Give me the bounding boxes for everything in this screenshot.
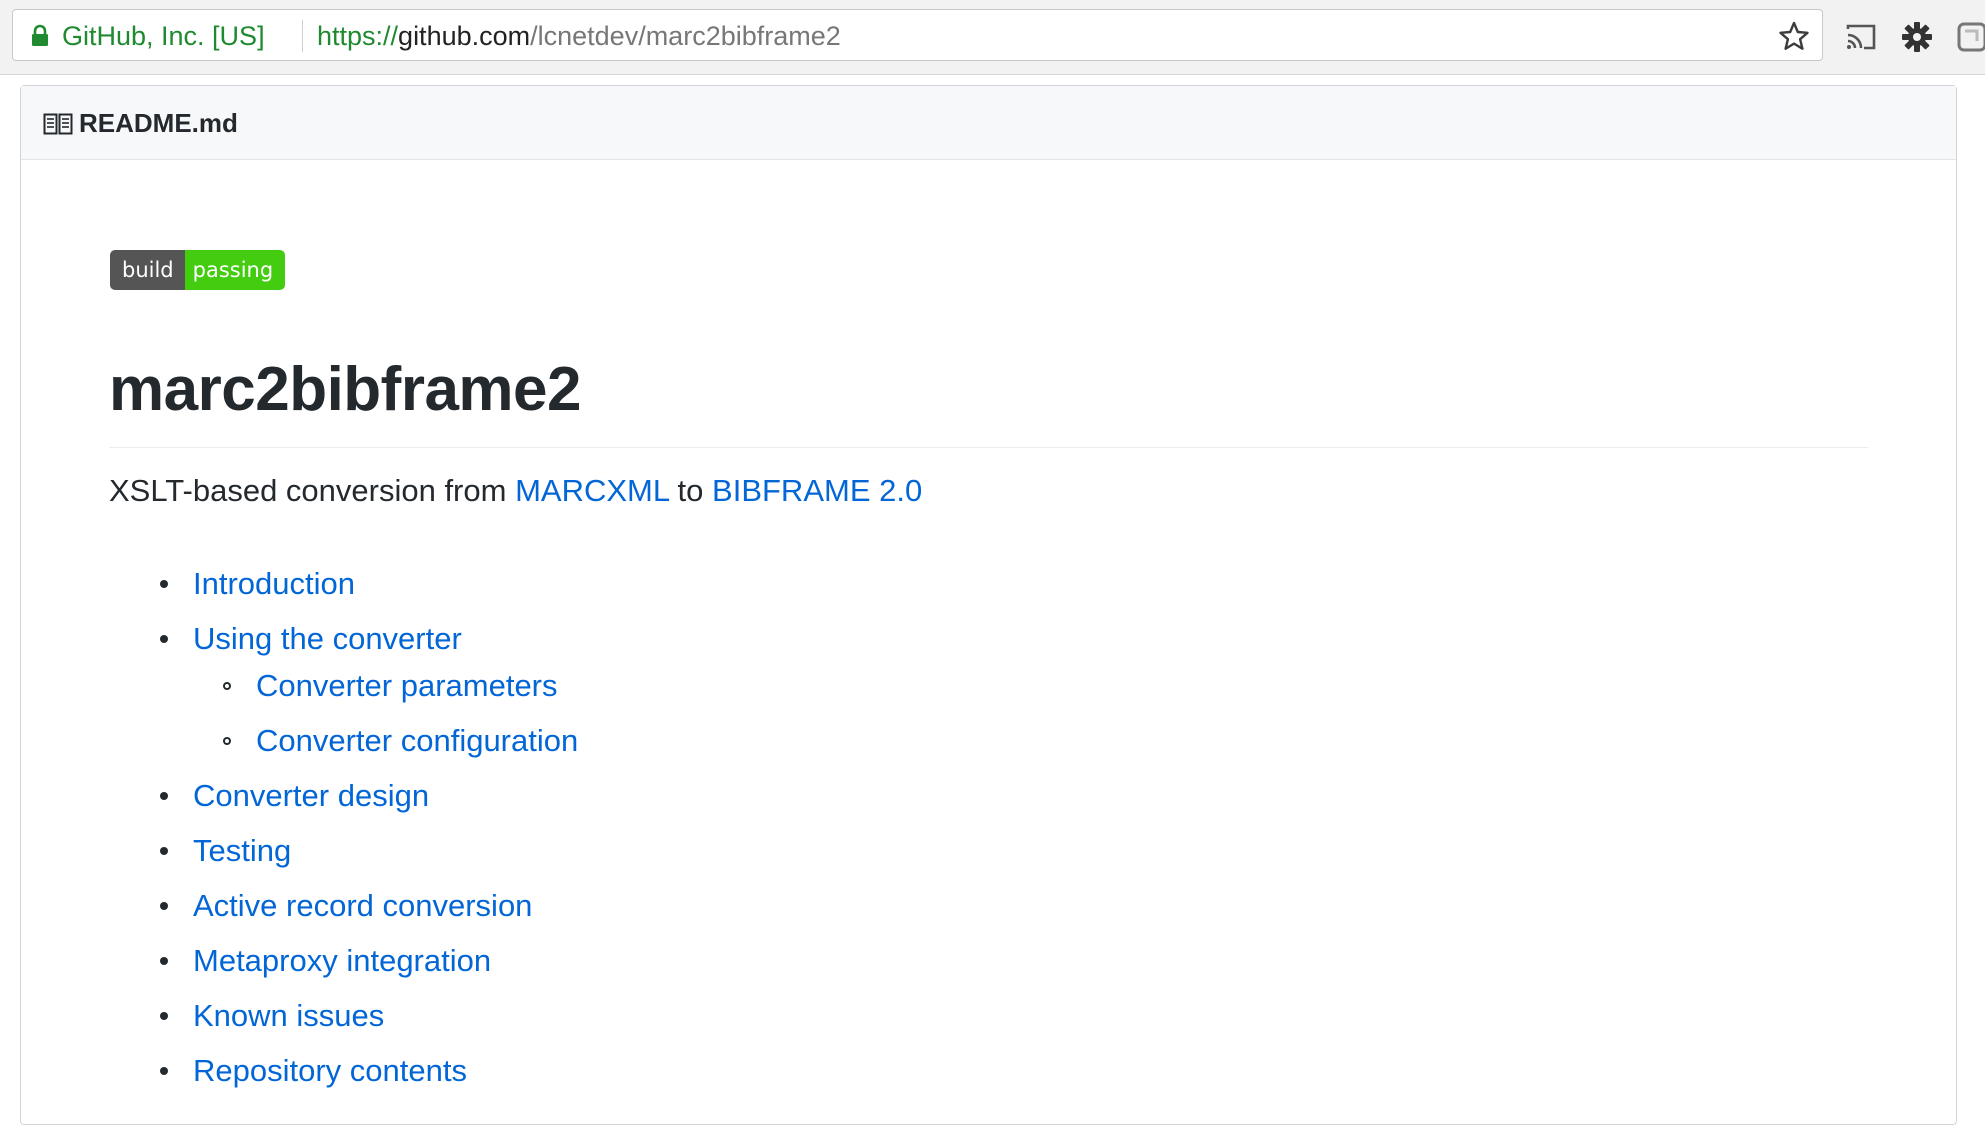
list-bullet-circle xyxy=(223,682,231,690)
toc-link[interactable]: Introduction xyxy=(193,564,355,604)
description-middle: to xyxy=(668,473,713,508)
toc-link[interactable]: Using the converter xyxy=(193,619,462,659)
list-bullet xyxy=(160,792,168,800)
toc-link[interactable]: Active record conversion xyxy=(193,886,532,926)
badge-status: passing xyxy=(184,250,286,290)
list-bullet xyxy=(160,580,168,588)
list-bullet xyxy=(160,957,168,965)
readme-container: README.md build passing marc2bibframe2 X… xyxy=(20,85,1957,1125)
marcxml-link[interactable]: MARCXML xyxy=(515,473,669,508)
gear-icon[interactable] xyxy=(1900,20,1934,54)
site-identity-label[interactable]: GitHub, Inc. [US] xyxy=(62,21,265,51)
toc-link[interactable]: Metaproxy integration xyxy=(193,941,491,981)
bibframe-link[interactable]: BIBFRAME 2.0 xyxy=(712,473,922,508)
url-host: github.com xyxy=(398,21,531,51)
extension-icon[interactable] xyxy=(1956,20,1985,54)
list-bullet-circle xyxy=(223,737,231,745)
toc-link[interactable]: Known issues xyxy=(193,996,384,1036)
url-path: /lcnetdev/marc2bibframe2 xyxy=(530,21,841,51)
browser-toolbar: GitHub, Inc. [US] https://github.com/lcn… xyxy=(0,0,1985,75)
toc-link[interactable]: Testing xyxy=(193,831,291,871)
repo-title: marc2bibframe2 xyxy=(109,355,582,424)
book-icon xyxy=(43,113,73,135)
toc-link[interactable]: Converter design xyxy=(193,776,429,816)
list-bullet xyxy=(160,1012,168,1020)
list-bullet xyxy=(160,847,168,855)
lock-icon[interactable] xyxy=(30,24,50,48)
repo-description: XSLT-based conversion from MARCXML to BI… xyxy=(109,471,922,511)
cast-icon[interactable] xyxy=(1844,20,1878,54)
address-bar[interactable]: GitHub, Inc. [US] https://github.com/lcn… xyxy=(12,9,1823,61)
bookmark-star-icon[interactable] xyxy=(1778,20,1810,52)
list-bullet xyxy=(160,902,168,910)
toc-link[interactable]: Converter parameters xyxy=(256,666,558,706)
description-prefix: XSLT-based conversion from xyxy=(109,473,516,508)
toc-link[interactable]: Converter configuration xyxy=(256,721,578,761)
title-divider xyxy=(109,447,1868,448)
list-bullet xyxy=(160,635,168,643)
url-scheme: https:// xyxy=(317,21,399,51)
readme-filename[interactable]: README.md xyxy=(79,107,238,139)
badge-label: build xyxy=(110,250,185,290)
build-status-badge[interactable]: build passing xyxy=(110,250,286,290)
readme-header: README.md xyxy=(21,86,1956,160)
url-text[interactable]: https://github.com/lcnetdev/marc2bibfram… xyxy=(317,21,841,51)
list-bullet xyxy=(160,1067,168,1075)
toc-link[interactable]: Repository contents xyxy=(193,1051,467,1091)
omnibox-divider xyxy=(302,20,303,52)
